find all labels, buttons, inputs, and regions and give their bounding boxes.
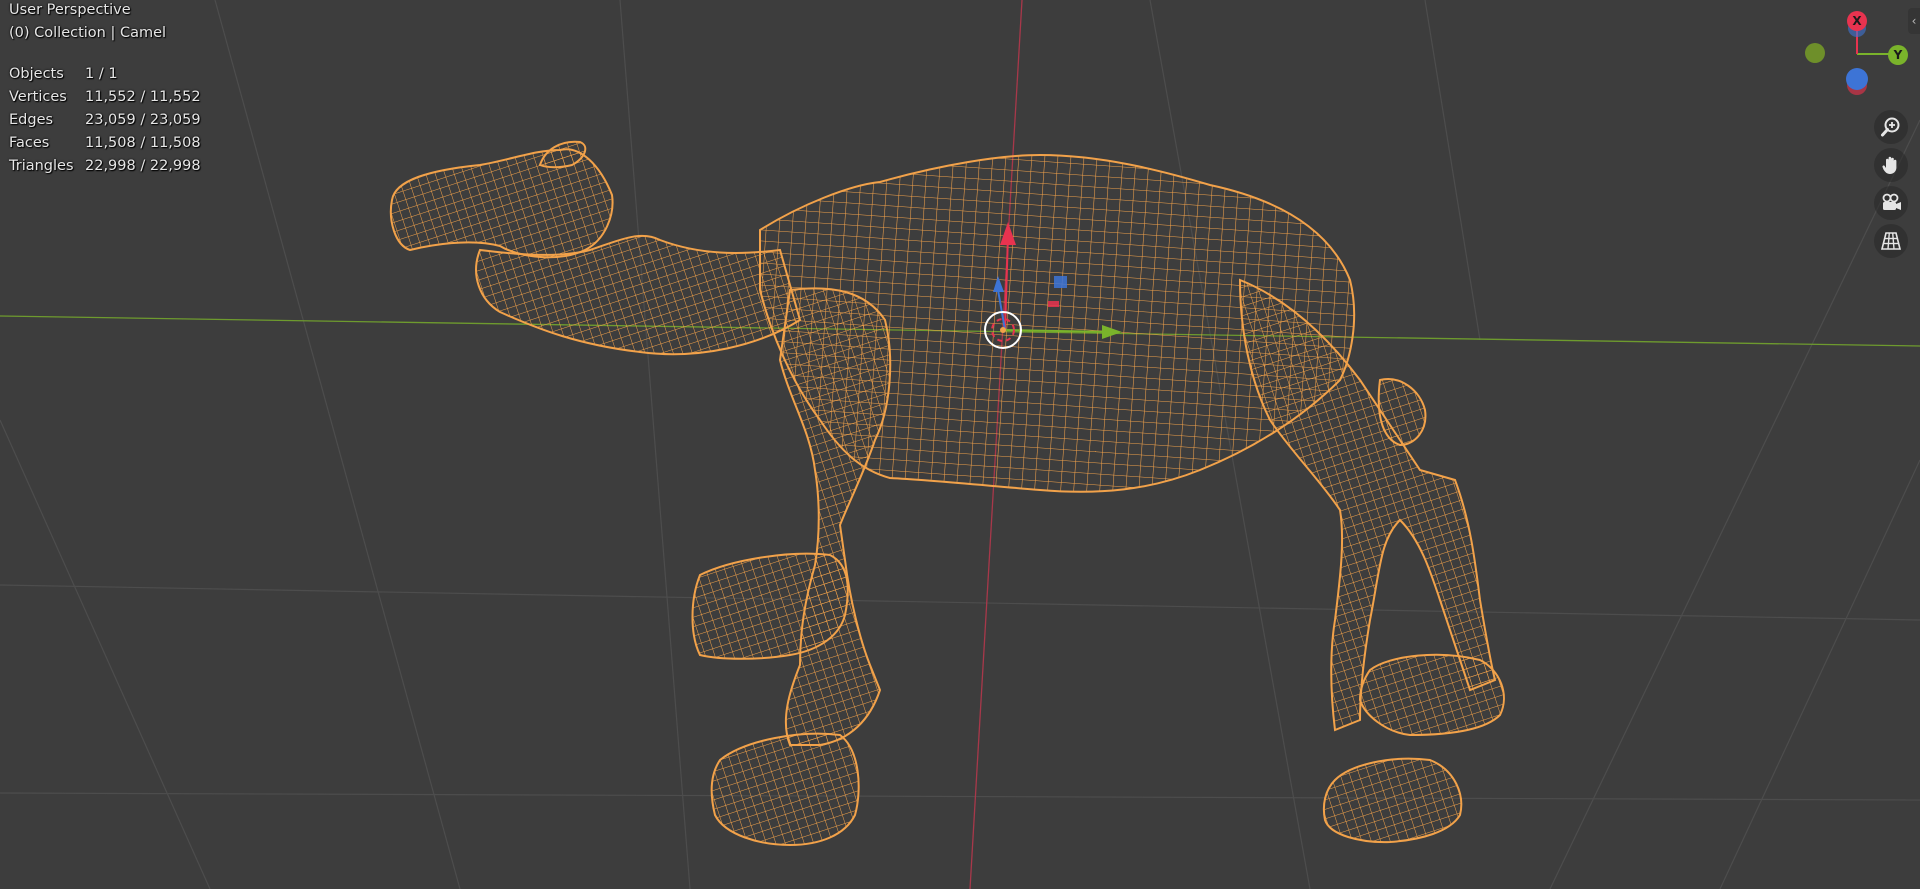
stat-label: Faces (9, 134, 50, 151)
pan-hand-icon (1882, 156, 1897, 174)
stat-value: 11,508 / 11,508 (85, 134, 201, 151)
z-axis-ball (1846, 68, 1868, 90)
sidebar-toggle-icon[interactable]: ‹ (1908, 8, 1920, 34)
stat-label: Objects (9, 65, 64, 82)
x-axis-label: X (1852, 14, 1862, 28)
camera-view-button[interactable] (1874, 186, 1908, 220)
stat-label: Triangles (9, 157, 74, 174)
camel-front-hoof-upper (691, 552, 849, 660)
active-collection-object: (0) Collection | Camel (9, 25, 167, 41)
camera-icon (1882, 193, 1901, 210)
pan-button[interactable] (1874, 148, 1908, 182)
zoom-button[interactable] (1874, 110, 1908, 144)
stat-value: 22,998 / 22,998 (85, 157, 201, 174)
camel-rear-hoof-upper (1358, 653, 1505, 737)
y-axis-label: Y (1893, 48, 1903, 62)
stat-row-faces: Faces 11,508 / 11,508 (9, 131, 201, 154)
camel-front-leg-near (778, 287, 892, 746)
navigation-axis-gizmo[interactable]: X Y (1805, 11, 1908, 95)
camel-front-hoof-lower (710, 732, 860, 847)
scene-canvas[interactable]: X Y (0, 0, 1920, 889)
stat-row-vertices: Vertices 11,552 / 11,552 (9, 85, 201, 108)
yz-plane-handle (1054, 276, 1067, 288)
perspective-toggle-button[interactable] (1874, 224, 1908, 258)
camel-mesh[interactable] (390, 140, 1505, 847)
zoom-icon (1881, 117, 1900, 137)
stat-label: Vertices (9, 88, 67, 105)
stat-row-edges: Edges 23,059 / 23,059 (9, 108, 201, 131)
stat-value: 1 / 1 (85, 65, 118, 82)
camel-head (390, 148, 614, 259)
camel-rear-hoof-lower (1322, 757, 1463, 844)
neg-y-axis-ball (1805, 43, 1825, 63)
stat-row-objects: Objects 1 / 1 (9, 62, 201, 85)
stat-value: 23,059 / 23,059 (85, 111, 201, 128)
xy-plane-handle (1048, 301, 1059, 307)
perspective-grid-icon (1880, 232, 1902, 250)
stat-row-triangles: Triangles 22,998 / 22,998 (9, 154, 201, 177)
view-name: User Perspective (9, 2, 131, 18)
camel-neck (475, 234, 802, 356)
statistics-overlay: Objects 1 / 1 Vertices 11,552 / 11,552 E… (9, 62, 201, 177)
3d-viewport[interactable]: X Y User Perspective (0) Collection | Ca… (0, 0, 1920, 889)
stat-value: 11,552 / 11,552 (85, 88, 201, 105)
stat-label: Edges (9, 111, 54, 128)
